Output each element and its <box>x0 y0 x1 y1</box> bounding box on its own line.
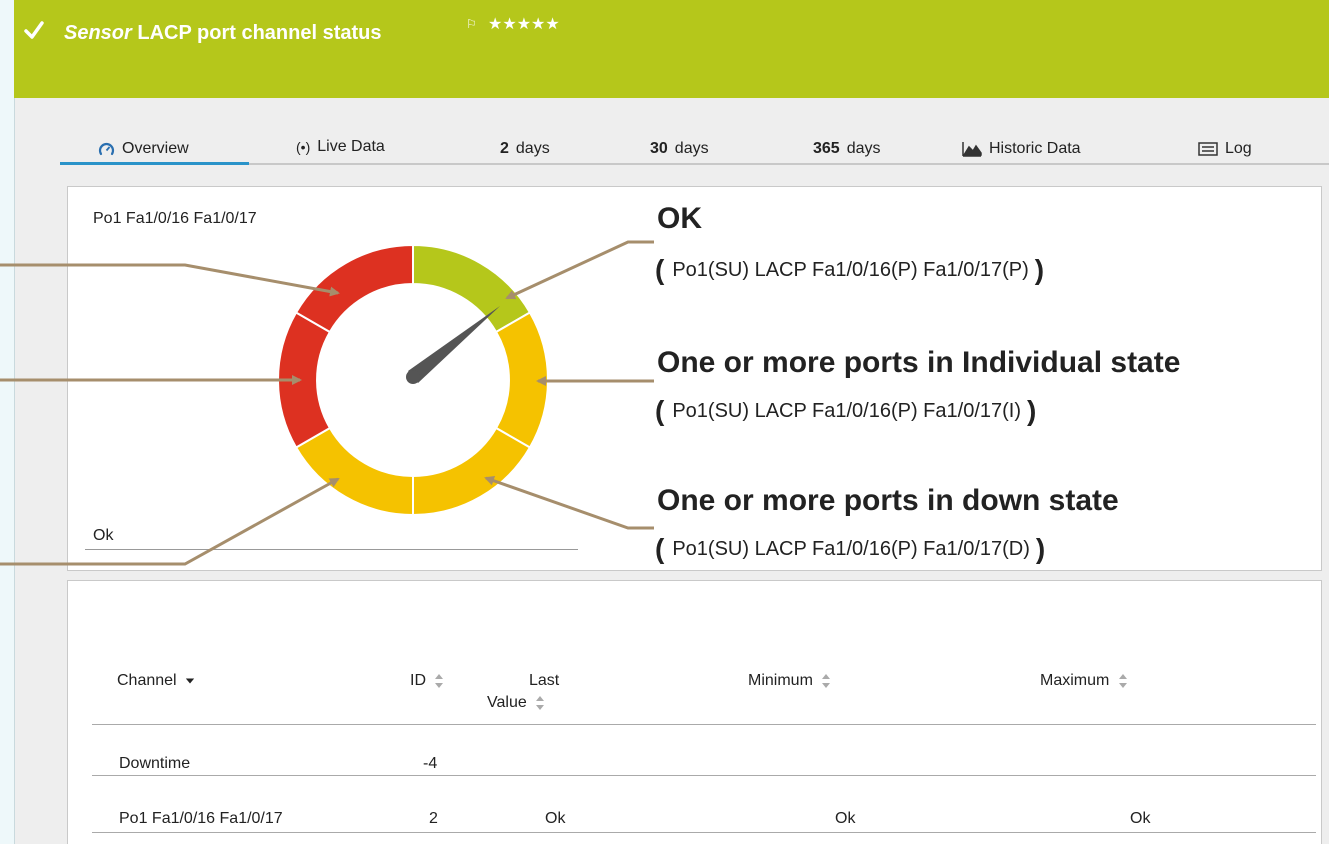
annotation-ok-detail: (Po1(SU) LACP Fa1/0/16(P) Fa1/0/17(P)) <box>655 254 1045 285</box>
table-row-divider <box>92 832 1316 833</box>
priority-stars[interactable]: ★★★★★ <box>488 14 560 34</box>
sensor-header: Sensor LACP port channel status ⚐ ★★★★★ <box>14 0 1329 98</box>
active-tab-indicator <box>60 162 249 165</box>
check-icon <box>24 21 44 39</box>
annotation-down-title: One or more ports in down state <box>657 484 1119 517</box>
tab-log[interactable]: Log <box>1198 140 1252 158</box>
table-row-po1-id: 2 <box>429 810 438 827</box>
live-signal-icon: (•) <box>296 139 311 155</box>
annotation-individual-detail: (Po1(SU) LACP Fa1/0/16(P) Fa1/0/17(I)) <box>655 395 1037 426</box>
gauge-channel-label: Po1 Fa1/0/16 Fa1/0/17 <box>93 210 257 227</box>
tab-365-days[interactable]: 365 days <box>813 140 881 158</box>
table-row-divider <box>92 775 1316 776</box>
column-header-id[interactable]: ID <box>410 672 444 690</box>
sort-icon <box>822 673 831 688</box>
tab-2-days[interactable]: 2 days <box>500 140 550 158</box>
tab-30-days[interactable]: 30 days <box>650 140 709 158</box>
column-header-minimum[interactable]: Minimum <box>748 672 831 690</box>
table-row-po1-maximum: Ok <box>1130 810 1151 827</box>
sort-icon <box>1118 673 1127 688</box>
annotation-down-detail: (Po1(SU) LACP Fa1/0/16(P) Fa1/0/17(D)) <box>655 533 1046 564</box>
table-row-downtime-id: -4 <box>423 755 438 772</box>
gauge-divider <box>85 549 578 550</box>
gauge-icon <box>98 142 115 155</box>
annotation-individual-title: One or more ports in Individual state <box>657 346 1181 379</box>
table-header-divider <box>92 724 1316 725</box>
flag-icon[interactable]: ⚐ <box>466 17 477 31</box>
list-icon <box>1198 142 1218 156</box>
column-header-last-value-1[interactable]: Last <box>529 672 559 690</box>
area-chart-icon <box>962 142 982 157</box>
column-header-channel[interactable]: Channel <box>117 672 195 690</box>
column-header-maximum[interactable]: Maximum <box>1040 672 1128 690</box>
table-row-downtime-channel[interactable]: Downtime <box>119 755 190 773</box>
column-header-last-value[interactable]: Value <box>487 694 545 712</box>
table-row-po1-minimum: Ok <box>835 810 856 827</box>
annotation-ok-title: OK <box>657 202 702 235</box>
sort-desc-icon <box>185 678 195 684</box>
sort-icon <box>435 673 444 688</box>
sort-icon <box>536 695 545 710</box>
channel-table-panel <box>67 580 1322 844</box>
sensor-title: Sensor LACP port channel status <box>64 22 382 44</box>
table-row-po1-channel[interactable]: Po1 Fa1/0/16 Fa1/0/17 <box>119 810 283 828</box>
gauge-value-text: Ok <box>93 527 114 544</box>
tab-overview[interactable]: Overview <box>98 140 189 158</box>
tab-live-data[interactable]: (•) Live Data <box>296 138 385 156</box>
tab-historic-data[interactable]: Historic Data <box>962 140 1081 158</box>
table-row-po1-last-value: Ok <box>545 810 566 827</box>
